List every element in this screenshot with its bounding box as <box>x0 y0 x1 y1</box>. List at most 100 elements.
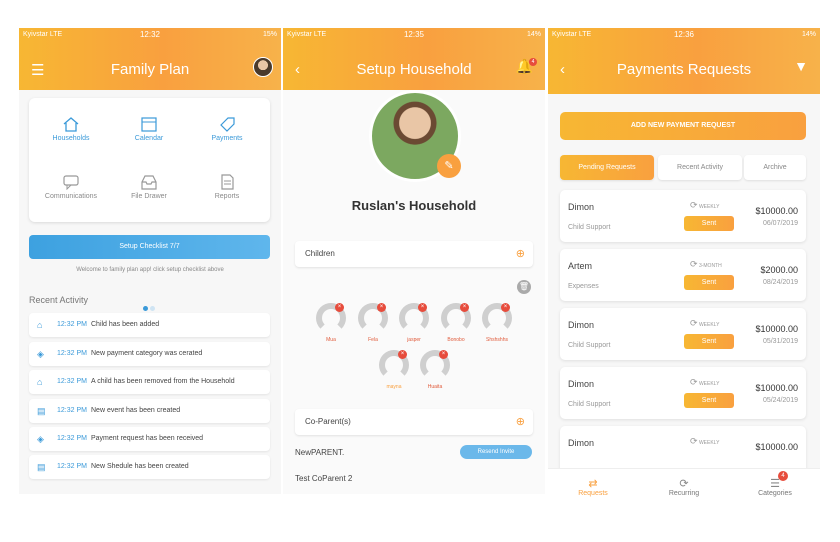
recurring-icon: ⟳ <box>690 377 698 387</box>
payer-name: Dimon <box>568 438 595 448</box>
communications-button[interactable]: Communications <box>31 174 111 200</box>
amount: $10000.00 <box>755 442 798 452</box>
remove-icon[interactable]: × <box>377 303 386 312</box>
payments-button[interactable]: Payments <box>187 116 267 142</box>
calendar-icon <box>141 117 157 132</box>
activity-item[interactable]: ⌂ 12:32 PM Child has been added <box>29 313 270 337</box>
trash-icon[interactable]: 🗑 <box>517 280 531 294</box>
setup-checklist-button[interactable]: Setup Checklist 7/7 <box>29 235 270 259</box>
file-drawer-button[interactable]: File Drawer <box>109 174 189 200</box>
header: Kyivstar LTE 12:32 15% ☰ Family Plan <box>19 28 281 90</box>
features-grid: Households Calendar Payments Communicati… <box>29 98 270 222</box>
tag-icon <box>220 117 235 132</box>
child-item[interactable]: × Shshshhs <box>481 303 513 343</box>
payment-row[interactable]: Dimon Child Support ⟳ WEEKLY Sent $10000… <box>560 367 806 419</box>
add-payment-request-button[interactable]: ADD NEW PAYMENT REQUEST <box>560 112 806 140</box>
child-name: mayna <box>386 384 402 390</box>
remove-icon[interactable]: × <box>501 303 510 312</box>
activity-item[interactable]: ▤ 12:32 PM New event has been created <box>29 399 270 423</box>
tab-recent-activity[interactable]: Recent Activity <box>658 155 742 180</box>
tab-requests[interactable]: ⇄ Requests <box>558 477 628 497</box>
payment-category: Child Support <box>568 342 611 349</box>
house-icon: ⌂ <box>37 377 43 387</box>
remove-icon[interactable]: × <box>460 303 469 312</box>
coparents-section[interactable]: Co-Parent(s) ⊕ <box>295 409 533 435</box>
child-name: Bonobo <box>447 337 465 343</box>
child-name: Huaita <box>427 384 443 390</box>
remove-icon[interactable]: × <box>418 303 427 312</box>
header: Kyivstar LTE 12:35 14% ‹ Setup Household… <box>283 28 545 90</box>
reports-button[interactable]: Reports <box>187 174 267 200</box>
resend-invite-button[interactable]: Resend Invite <box>460 445 532 459</box>
battery: 14% <box>526 31 541 38</box>
households-label: Households <box>52 135 90 142</box>
payments-requests-screen: Kyivstar LTE 12:36 14% ‹ Payments Reques… <box>548 28 820 508</box>
child-name: Mua <box>326 337 336 343</box>
refresh-icon: ⟳ <box>679 478 689 490</box>
remove-icon[interactable]: × <box>398 350 407 359</box>
house-icon <box>63 117 79 132</box>
frequency: ⟳ 3-MONTH <box>690 259 722 269</box>
status-bar: Kyivstar LTE 12:35 14% <box>283 28 545 42</box>
calendar-icon: ▤ <box>37 462 46 472</box>
edit-icon[interactable]: ✎ <box>437 154 461 178</box>
tab-label: Categories <box>758 490 792 497</box>
avatar[interactable] <box>253 57 273 77</box>
status-badge: Sent <box>684 216 734 231</box>
frequency: ⟳ WEEKLY <box>690 436 720 446</box>
recurring-icon: ⟳ <box>690 200 698 210</box>
activity-item[interactable]: ▤ 12:32 PM New Shedule has been created <box>29 455 270 479</box>
calendar-label: Calendar <box>134 135 164 142</box>
child-item[interactable]: × Mua <box>315 303 347 343</box>
child-item[interactable]: × Bonobo <box>440 303 472 343</box>
child-item[interactable]: × jasper <box>398 303 430 343</box>
page-title: Setup Household <box>356 61 472 78</box>
clock: 12:36 <box>673 30 695 39</box>
activity-text: New Shedule has been created <box>91 463 189 470</box>
tab-categories[interactable]: ☰ 4 Categories <box>740 471 810 497</box>
child-item[interactable]: × Huaita <box>419 350 451 390</box>
children-section[interactable]: Children ⊕ <box>295 241 533 267</box>
filter-icon[interactable]: ▼ <box>794 58 808 74</box>
frequency: ⟳ WEEKLY <box>690 318 720 328</box>
date: 08/24/2019 <box>762 279 798 286</box>
tab-archive[interactable]: Archive <box>744 155 806 180</box>
add-child-icon[interactable]: ⊕ <box>516 241 525 267</box>
children-label: Children <box>305 249 335 258</box>
date: 05/31/2019 <box>762 338 798 345</box>
house-icon: ⌂ <box>37 320 43 330</box>
frequency: ⟳ WEEKLY <box>690 200 720 210</box>
shuffle-icon: ⇄ <box>588 478 598 490</box>
coparent-name: Test CoParent 2 <box>295 474 353 483</box>
tab-pending-requests[interactable]: Pending Requests <box>560 155 654 180</box>
payment-row[interactable]: Artem Expenses ⟳ 3-MONTH Sent $2000.00 0… <box>560 249 806 301</box>
coparent-row: Test CoParent 2 <box>295 474 533 483</box>
recent-activity-title: Recent Activity <box>29 295 89 305</box>
activity-item[interactable]: ⌂ 12:32 PM A child has been removed from… <box>29 370 270 394</box>
add-coparent-icon[interactable]: ⊕ <box>516 409 525 435</box>
households-button[interactable]: Households <box>31 116 111 142</box>
remove-icon[interactable]: × <box>335 303 344 312</box>
family-plan-screen: Kyivstar LTE 12:32 15% ☰ Family Plan Hou… <box>19 28 281 494</box>
recurring-icon: ⟳ <box>690 259 698 269</box>
activity-item[interactable]: ◈ 12:32 PM Payment request has been rece… <box>29 427 270 451</box>
notification-badge: 4 <box>529 58 537 66</box>
calendar-button[interactable]: Calendar <box>109 116 189 142</box>
remove-icon[interactable]: × <box>439 350 448 359</box>
document-icon <box>221 174 234 190</box>
recurring-icon: ⟳ <box>690 318 698 328</box>
status-bar: Kyivstar LTE 12:36 14% <box>548 28 820 42</box>
page-title: Family Plan <box>110 61 190 78</box>
payment-row[interactable]: Dimon Child Support ⟳ WEEKLY Sent $10000… <box>560 308 806 360</box>
tab-recurring[interactable]: ⟳ Recurring <box>649 477 719 497</box>
payment-category: Child Support <box>568 224 611 231</box>
child-item[interactable]: × Fela <box>357 303 389 343</box>
activity-item[interactable]: ◈ 12:32 PM New payment category was cera… <box>29 342 270 366</box>
child-item[interactable]: × mayna <box>378 350 410 390</box>
date: 06/07/2019 <box>762 220 798 227</box>
tag-icon: ◈ <box>37 349 44 359</box>
child-name: jasper <box>407 337 421 343</box>
activity-time: 12:32 PM <box>57 435 87 442</box>
activity-text: Child has been added <box>91 321 160 328</box>
payment-row[interactable]: Dimon Child Support ⟳ WEEKLY Sent $10000… <box>560 190 806 242</box>
